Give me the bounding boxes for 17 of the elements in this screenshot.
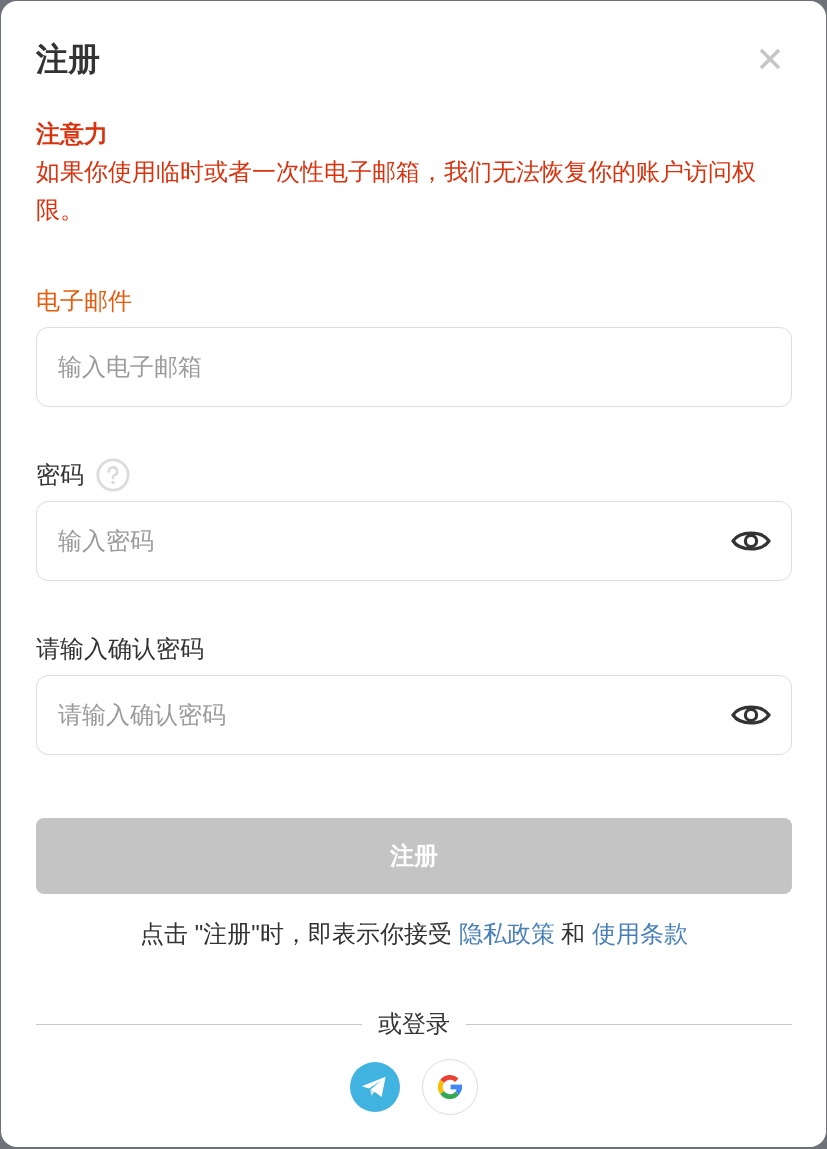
password-label: 密码	[36, 460, 84, 490]
email-label: 电子邮件	[36, 286, 132, 316]
divider-label: 或登录	[378, 1009, 450, 1039]
privacy-policy-link[interactable]: 隐私政策	[458, 920, 555, 947]
dialog-title: 注册	[36, 40, 100, 79]
terms-of-use-link[interactable]: 使用条款	[591, 920, 688, 947]
email-field[interactable]: 输入电子邮箱	[36, 327, 792, 407]
social-login-button[interactable]	[350, 1062, 400, 1112]
confirm-password-field[interactable]: 请输入确认密码	[36, 675, 792, 755]
confirm-password-label: 请输入确认密码	[36, 634, 204, 664]
warning-heading: 注意力	[36, 119, 109, 149]
paper-plane-icon	[361, 1076, 387, 1098]
password-field[interactable]: 输入密码	[36, 501, 792, 581]
terms-notice: 点击 "注册"时，即表示你接受 隐私政策 和 使用条款	[139, 919, 689, 949]
social-login-button[interactable]	[422, 1059, 478, 1115]
warning-text: 如果你使用临时或者一次性电子邮箱，我们无法恢复你的账户访问权限。	[36, 157, 757, 225]
g-letter-icon	[438, 1075, 462, 1099]
